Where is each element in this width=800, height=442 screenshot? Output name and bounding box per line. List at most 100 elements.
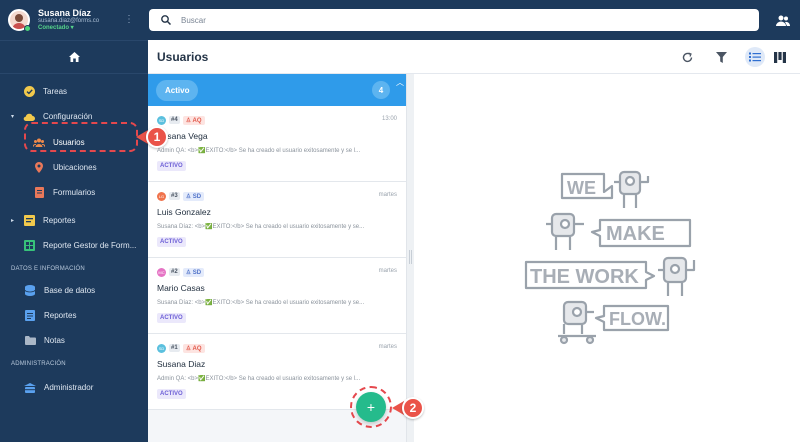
card-time: martes — [378, 344, 397, 350]
sidebar-item-label: Configuración — [43, 112, 93, 121]
user-card[interactable]: SD #4 ♙ AQ 13:00 Susana Vega Admin QA: <… — [148, 106, 406, 182]
card-meta: LG #3 ♙ SD — [157, 191, 406, 201]
report-grid-icon — [23, 240, 35, 252]
assignee-tag: ♙ SD — [182, 191, 205, 201]
card-number: #3 — [169, 192, 180, 200]
user-card[interactable]: MC #2 ♙ SD martes Mario Casas Susana Día… — [148, 258, 406, 334]
notes-icon — [24, 310, 36, 322]
card-message: Susana Díaz: <b>✅ÉXITO:</b> Se ha creado… — [157, 224, 365, 230]
card-name: Mario Casas — [157, 283, 205, 293]
status-badge: ACTIVO — [157, 161, 186, 171]
card-number: #4 — [169, 116, 180, 124]
add-user-button[interactable]: + — [356, 392, 386, 422]
content-header: Usuarios — [148, 40, 800, 74]
card-name: Susana Vega — [157, 131, 208, 141]
sidebar-item-label: Formularios — [53, 188, 96, 197]
home-icon — [68, 52, 80, 62]
user-name: Susana Díaz — [38, 7, 92, 18]
page-title: Usuarios — [157, 50, 209, 64]
mini-avatar: SD — [157, 343, 166, 353]
sidebar-item-notas[interactable]: Notas — [0, 328, 148, 353]
sidebar-item-reportes[interactable]: ▸ Reportes — [0, 208, 148, 233]
sidebar-item-tareas[interactable]: Tareas — [0, 79, 148, 104]
card-number: #2 — [169, 268, 180, 276]
people-icon[interactable] — [776, 13, 791, 31]
sidebar-item-label: Administrador — [44, 383, 94, 392]
user-status[interactable]: Conectado ▾ — [38, 25, 99, 31]
panel-resize-handle[interactable] — [406, 74, 414, 442]
assignee-tag: ♙ AQ — [182, 343, 205, 353]
search-icon — [161, 15, 171, 25]
card-time: martes — [378, 268, 397, 274]
database-icon — [24, 285, 36, 297]
status-group-header[interactable]: Activo 4 ︿ — [148, 74, 406, 106]
illustration-text-the-work: THE WORK — [530, 266, 639, 288]
card-meta: SD #4 ♙ AQ — [157, 115, 406, 125]
assignee-tag: ♙ AQ — [182, 115, 205, 125]
status-badge: ACTIVO — [157, 313, 186, 323]
user-info: Susana Díaz susana.diaz@forms.co Conecta… — [38, 7, 99, 31]
home-button[interactable] — [0, 40, 148, 74]
sidebar-item-label: Notas — [44, 336, 65, 345]
check-circle-icon — [23, 86, 35, 98]
card-message: Susana Díaz: <b>✅ÉXITO:</b> Se ha creado… — [157, 300, 365, 306]
kebab-menu-icon[interactable]: ⋮ — [124, 14, 134, 25]
sidebar-item-administrador[interactable]: Administrador — [0, 375, 148, 400]
user-card[interactable]: LG #3 ♙ SD martes Luis Gonzalez Susana D… — [148, 182, 406, 258]
sidebar-item-formularios[interactable]: Formularios — [0, 180, 148, 205]
sidebar-item-label: Reportes — [44, 311, 77, 320]
assignee-initials: SD — [192, 193, 202, 200]
mini-avatar: SD — [157, 115, 166, 125]
chevron-right-icon: ▸ — [11, 218, 15, 224]
status-badge: ACTIVO — [157, 237, 186, 247]
illustration-text-make: MAKE — [606, 223, 665, 245]
assignee-initials: SD — [192, 269, 202, 276]
mini-avatar: MC — [157, 267, 166, 277]
card-time: 13:00 — [381, 116, 397, 122]
list-view-button[interactable] — [745, 47, 765, 67]
app: Susana Díaz susana.diaz@forms.co Conecta… — [0, 0, 800, 442]
status-badge: ACTIVO — [157, 389, 186, 399]
search-placeholder: Buscar — [181, 15, 206, 25]
empty-state-pane: WE MAKE THE WORK FLOW. — [414, 74, 800, 442]
map-pin-icon — [33, 162, 45, 174]
refresh-icon — [682, 51, 692, 62]
we-make-the-work-flow-illustration: WE MAKE THE WORK FLOW. — [524, 170, 696, 345]
sidebar-item-label: Tareas — [43, 87, 68, 96]
report-icon — [23, 215, 35, 227]
board-view-button[interactable] — [770, 47, 790, 67]
admin-icon — [24, 382, 36, 394]
sidebar-item-base-de-datos[interactable]: Base de datos — [0, 278, 148, 303]
online-status-dot — [24, 25, 31, 32]
search-input[interactable]: Buscar — [149, 9, 759, 31]
chevron-up-icon[interactable]: ︿ — [396, 77, 404, 88]
sidebar-item-reporte-gestor[interactable]: Reporte Gestor de Form... — [0, 233, 148, 258]
folder-icon — [24, 335, 36, 347]
card-meta: SD #1 ♙ AQ — [157, 343, 406, 353]
refresh-button[interactable] — [677, 47, 697, 67]
card-name: Susana Diaz — [157, 359, 206, 369]
sidebar-item-label: Reportes — [43, 216, 76, 225]
callout-2: 2 — [402, 397, 424, 419]
card-name: Luis Gonzalez — [157, 207, 211, 217]
mini-avatar: LG — [157, 191, 166, 201]
illustration-text-we: WE — [567, 178, 596, 198]
board-view-icon — [774, 51, 786, 63]
sidebar-item-reportes-datos[interactable]: Reportes — [0, 303, 148, 328]
illustration-text-flow: FLOW. — [609, 309, 666, 329]
card-meta: MC #2 ♙ SD — [157, 267, 406, 277]
assignee-initials: AQ — [192, 345, 202, 352]
sidebar-item-label: Reporte Gestor de Form... — [43, 241, 137, 250]
status-count: 4 — [372, 81, 390, 99]
card-time: martes — [378, 192, 397, 198]
callout-1: 1 — [146, 126, 168, 148]
list-view-icon — [749, 52, 761, 62]
usuarios-highlight — [24, 122, 138, 152]
sidebar-item-label: Base de datos — [44, 286, 96, 295]
chevron-down-icon: ▾ — [11, 114, 15, 120]
user-profile[interactable]: Susana Díaz susana.diaz@forms.co Conecta… — [0, 0, 148, 40]
assignee-initials: AQ — [192, 117, 202, 124]
sidebar-item-ubicaciones[interactable]: Ubicaciones — [0, 155, 148, 180]
filter-button[interactable] — [711, 47, 731, 67]
user-status-label: Conectado — [38, 24, 70, 31]
